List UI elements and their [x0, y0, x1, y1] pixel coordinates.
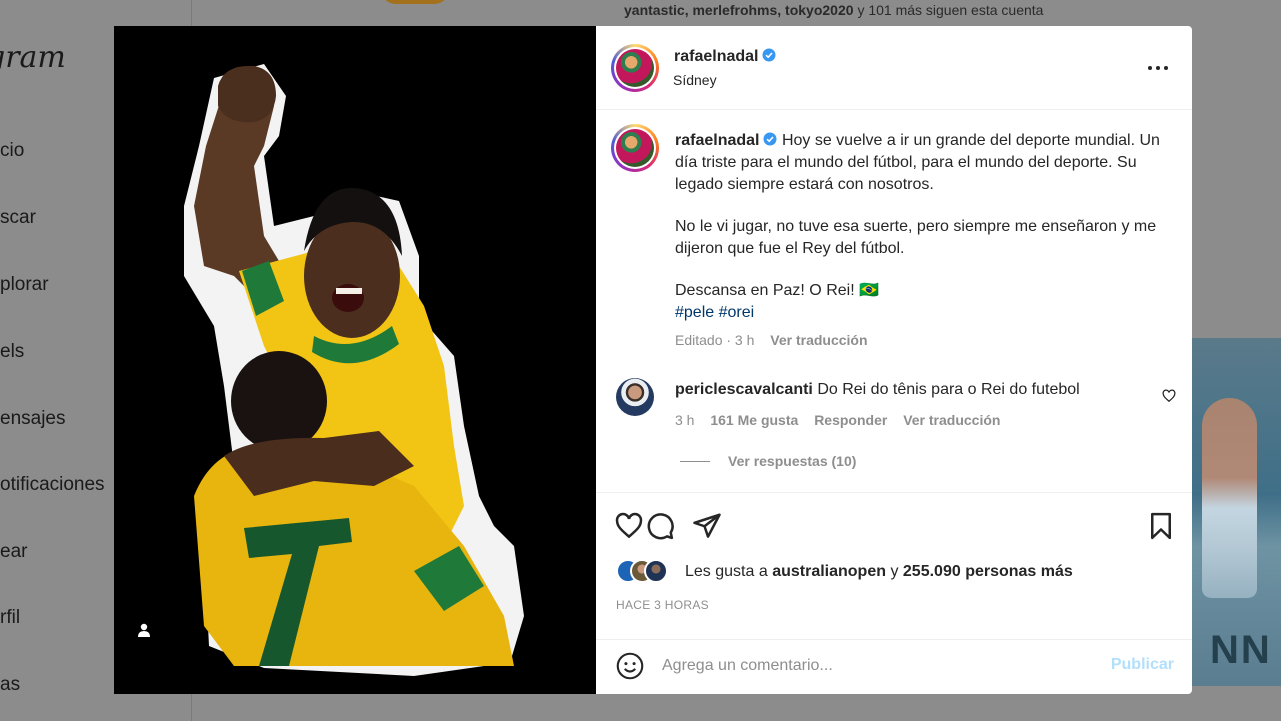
caption-author-avatar[interactable]	[611, 124, 659, 172]
post-modal: rafaelnadal Sídney rafaelnadal Hoy se vu…	[114, 26, 1192, 694]
suggestion-rest: y 101 más siguen esta cuenta	[857, 2, 1044, 18]
likes-count[interactable]: 255.090 personas más	[903, 563, 1073, 580]
caption-paragraph-3: Descansa en Paz! O Rei! 🇧🇷	[675, 282, 880, 299]
commenter-username[interactable]: periclescavalcanti	[675, 381, 813, 398]
comment-translate-link[interactable]: Ver traducción	[903, 412, 1000, 428]
comment-input[interactable]	[662, 654, 1082, 678]
nav-item-home[interactable]: cio	[0, 140, 24, 162]
thumbnail-player	[1202, 398, 1257, 598]
post-details-panel: rafaelnadal Sídney rafaelnadal Hoy se vu…	[596, 26, 1192, 694]
background-profile-avatar	[380, 0, 450, 4]
caption-username[interactable]: rafaelnadal	[675, 132, 759, 149]
publish-comment-button[interactable]: Publicar	[1111, 656, 1174, 674]
suggestion-names: yantastic, merlefrohms, tokyo2020	[624, 2, 854, 18]
post-location[interactable]: Sídney	[673, 72, 717, 88]
caption-meta: Editado · 3 h Ver traducción	[675, 332, 868, 348]
commenter-avatar[interactable]	[616, 378, 654, 416]
nav-item-more[interactable]: as	[0, 674, 20, 696]
background-post-thumbnail[interactable]: NN	[1192, 338, 1281, 686]
more-options-icon[interactable]	[1146, 58, 1170, 78]
save-bookmark-icon[interactable]	[1146, 511, 1176, 541]
post-header: rafaelnadal Sídney	[596, 26, 1192, 110]
verified-badge-icon	[763, 132, 777, 146]
caption-edited-time: Editado · 3 h	[675, 332, 755, 348]
nav-item-create[interactable]: ear	[0, 541, 27, 563]
comment-text-row: periclescavalcanti Do Rei do tênis para …	[675, 381, 1080, 399]
likes-mid: y	[890, 563, 899, 580]
nav-item-messages[interactable]: ensajes	[0, 408, 66, 430]
comment-text: Do Rei do tênis para o Rei do futebol	[817, 381, 1080, 398]
likes-prefix: Les gusta a	[685, 563, 768, 580]
emoji-icon[interactable]	[616, 652, 644, 680]
author-avatar[interactable]	[611, 44, 659, 92]
nav-item-search[interactable]: scar	[0, 207, 36, 229]
view-replies-label[interactable]: Ver respuestas (10)	[728, 453, 856, 469]
nav-item-profile[interactable]: rfil	[0, 607, 20, 629]
author-username[interactable]: rafaelnadal	[674, 48, 758, 65]
author-username-row[interactable]: rafaelnadal	[674, 48, 776, 66]
comment-meta: 3 h 161 Me gusta Responder Ver traducció…	[675, 412, 1012, 428]
view-replies-button[interactable]: Ver respuestas (10)	[680, 453, 856, 469]
post-actions: Les gusta a australianopen y 255.090 per…	[596, 492, 1192, 622]
comment-like-icon[interactable]	[1162, 389, 1176, 403]
caption-hashtags[interactable]: #pele #orei	[675, 302, 1165, 324]
nav-item-notifications[interactable]: otificaciones	[0, 474, 105, 496]
post-time-ago[interactable]: HACE 3 HORAS	[616, 598, 709, 612]
comment-likes[interactable]: 161 Me gusta	[710, 412, 798, 428]
like-icon[interactable]	[614, 511, 644, 541]
verified-badge-icon	[762, 48, 776, 62]
post-image[interactable]	[114, 26, 596, 694]
caption-text: rafaelnadal Hoy se vuelve a ir un grande…	[675, 130, 1165, 324]
comment-time: 3 h	[675, 412, 695, 428]
pele-celebration-photo	[114, 26, 596, 694]
instagram-logo: gram	[0, 40, 66, 75]
caption-translate-link[interactable]: Ver traducción	[770, 332, 867, 348]
liker-avatar[interactable]	[644, 559, 668, 583]
likes-user[interactable]: australianopen	[772, 563, 886, 580]
add-comment-bar: Publicar	[596, 639, 1192, 694]
nav-item-reels[interactable]: els	[0, 341, 24, 363]
share-icon[interactable]	[692, 511, 722, 541]
comment-reply-button[interactable]: Responder	[814, 412, 887, 428]
replies-divider	[680, 461, 710, 462]
user-tag-icon[interactable]	[136, 622, 152, 638]
followers-suggestion: yantastic, merlefrohms, tokyo2020 y 101 …	[624, 2, 1043, 18]
thumbnail-banner: NN	[1210, 628, 1272, 672]
caption-paragraph-2: No le vi jugar, no tuve esa suerte, pero…	[675, 218, 1157, 257]
likes-summary: Les gusta a australianopen y 255.090 per…	[685, 563, 1073, 581]
nav-item-explore[interactable]: plorar	[0, 274, 49, 296]
comment-icon[interactable]	[645, 511, 675, 541]
